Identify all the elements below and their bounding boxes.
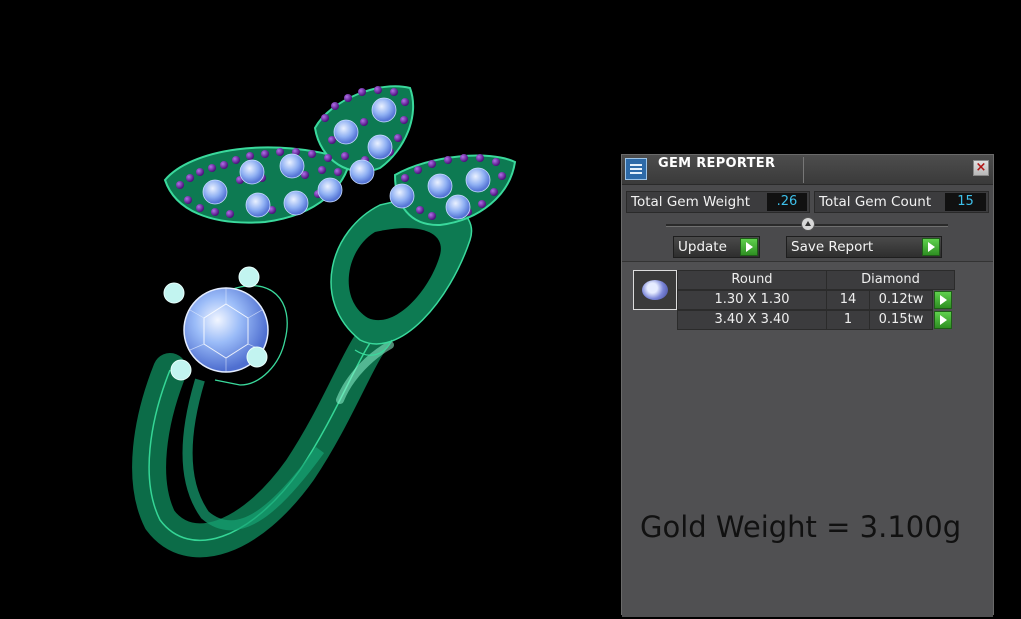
round-gem-icon [642,280,668,300]
total-gem-weight-value: .26 [767,193,807,211]
shape-header: Round [677,270,827,290]
ring-model[interactable] [0,0,600,615]
center-stone [163,266,288,386]
update-button[interactable]: Update [673,236,760,258]
update-button-label: Update [678,239,727,255]
play-icon[interactable] [740,238,758,256]
gem-weight-cell: 0.15tw [869,310,933,330]
total-gem-weight: Total Gem Weight .26 [626,191,810,213]
save-report-button[interactable]: Save Report [786,236,942,258]
gold-weight-text: Gold Weight = 3.100g [640,510,962,544]
total-gem-count-label: Total Gem Count [819,194,932,210]
gem-size-cell: 3.40 X 3.40 [677,310,827,330]
gem-shape-thumbnail[interactable] [633,270,677,310]
gem-count-cell: 14 [826,290,870,310]
play-icon[interactable] [922,238,940,256]
panel-title: GEM REPORTER [658,156,776,171]
gem-size-cell: 1.30 X 1.30 [677,290,827,310]
gem-count-cell: 1 [826,310,870,330]
save-report-button-label: Save Report [791,239,874,255]
title-divider [803,157,804,183]
total-gem-weight-label: Total Gem Weight [631,194,751,210]
play-icon[interactable] [934,311,952,329]
total-gem-count: Total Gem Count 15 [814,191,989,213]
3d-viewport[interactable] [0,0,600,615]
play-icon[interactable] [934,291,952,309]
report-icon [625,158,647,180]
material-header: Diamond [826,270,955,290]
gem-weight-cell: 0.12tw [869,290,933,310]
slider-thumb[interactable] [801,217,815,231]
results-area: Round Diamond 1.30 X 1.30 14 0.12tw 3.40… [622,261,993,617]
total-gem-count-value: 15 [945,193,986,211]
close-icon[interactable]: × [973,160,989,176]
title-bar[interactable]: GEM REPORTER × [622,155,993,185]
gem-reporter-panel: GEM REPORTER × Total Gem Weight .26 Tota… [621,154,994,617]
